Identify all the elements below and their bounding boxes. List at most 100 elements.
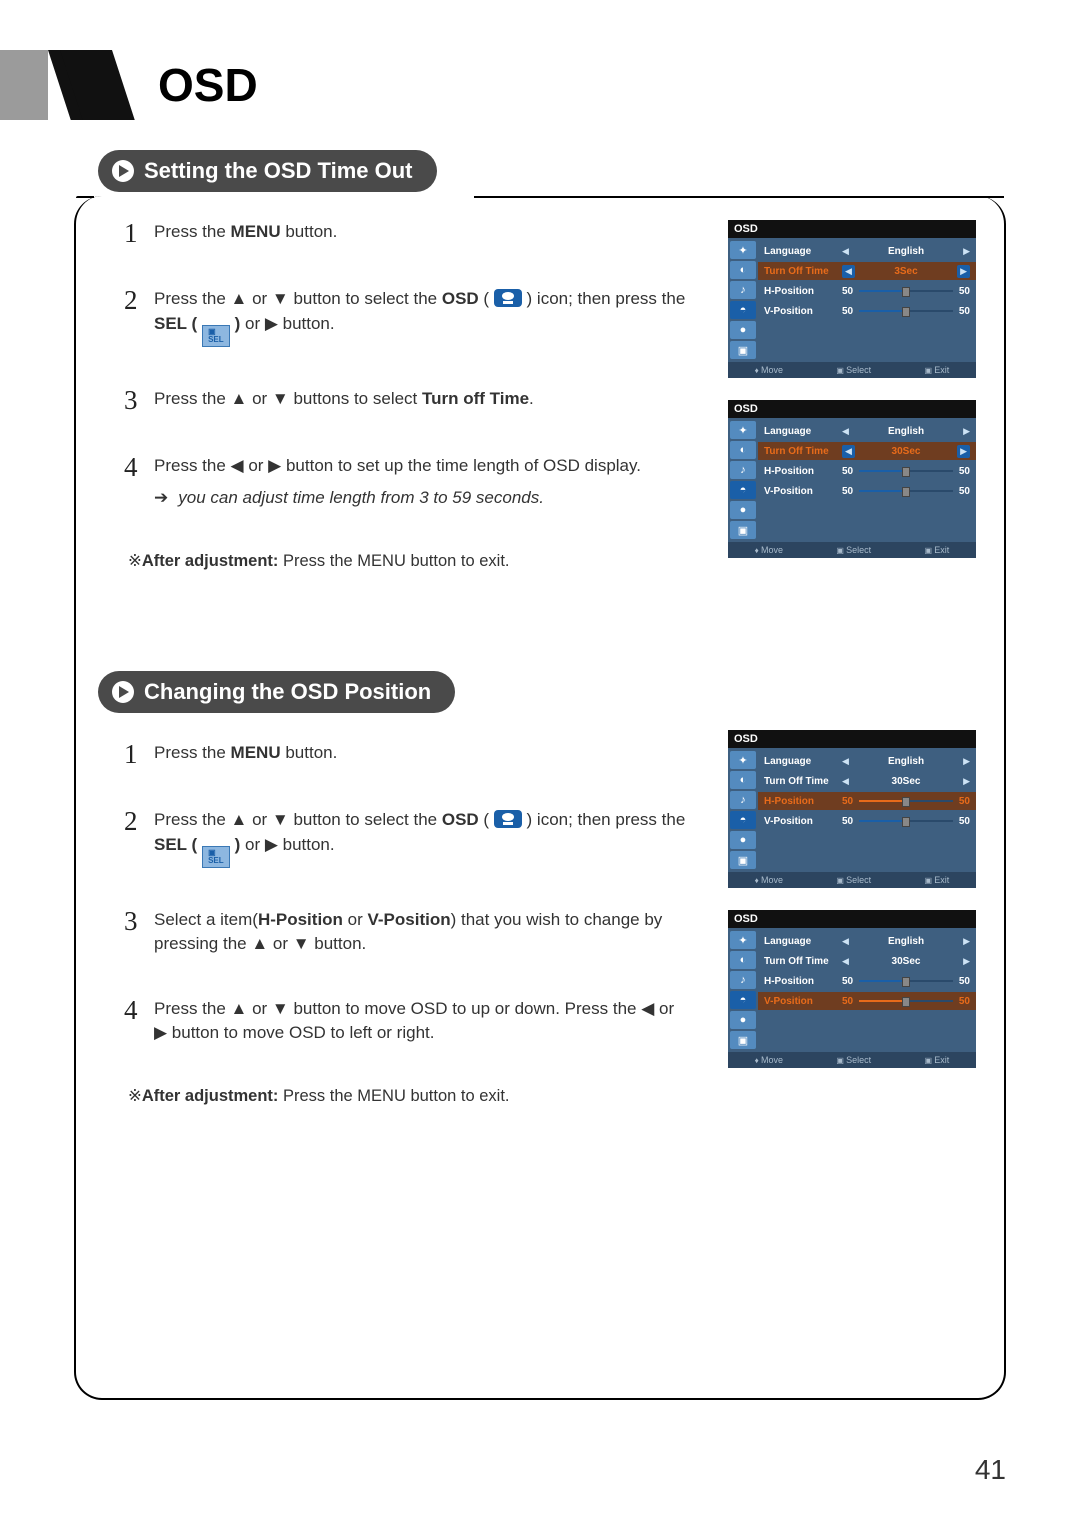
- slider-icon: [859, 290, 953, 292]
- step-number: 2: [124, 808, 154, 835]
- osd-row-turnoff: Turn Off Time ◀30Sec▶: [764, 952, 970, 970]
- step-number: 2: [124, 287, 154, 314]
- osd-tab-icon: ♪: [730, 791, 756, 809]
- page-number: 41: [975, 1454, 1006, 1486]
- chevron-right-icon: ▶: [963, 936, 970, 947]
- chevron-right-icon: ▶: [963, 756, 970, 767]
- osd-tab-icon: ♪: [730, 971, 756, 989]
- chevron-right-icon: ▶: [963, 956, 970, 967]
- step-text: Press the MENU button.: [154, 741, 690, 766]
- slider-icon: [859, 470, 953, 472]
- chevron-right-icon: ▶: [957, 265, 970, 278]
- osd-tab-icon: ◐: [730, 951, 756, 969]
- step-text: Press the ▲ or ▼ button to move OSD to u…: [154, 997, 690, 1046]
- header-tab-black: [48, 50, 128, 120]
- osd-tab-icons: ✦ ◐ ♪ ◓ ● ▣: [728, 238, 758, 362]
- osd-tab-icon: ●: [730, 501, 756, 519]
- osd-footer: Move Select Exit: [728, 542, 976, 558]
- osd-tab-icon: ●: [730, 321, 756, 339]
- osd-tab-icon: ✦: [730, 421, 756, 439]
- chevron-left-icon: ◀: [842, 776, 849, 787]
- after-adjustment-note: ※After adjustment: Press the MENU button…: [128, 1086, 982, 1106]
- osd-row-turnoff: Turn Off Time ◀3Sec▶: [758, 262, 976, 280]
- step-number: 3: [124, 387, 154, 414]
- osd-tab-icon: ◓: [730, 481, 756, 499]
- osd-panel: OSD ✦ ◐ ♪ ◓ ● ▣ Language ◀English▶ Tu: [728, 910, 976, 1068]
- step-number: 1: [124, 220, 154, 247]
- osd-tab-icons: ✦ ◐ ♪ ◓ ● ▣: [728, 928, 758, 1052]
- osd-tab-icon: ▣: [730, 1031, 756, 1049]
- slider-icon: [859, 1000, 953, 1002]
- osd-footer: Move Select Exit: [728, 1052, 976, 1068]
- osd-tab-icon: ✦: [730, 931, 756, 949]
- chevron-left-icon: ◀: [842, 265, 855, 278]
- osd-panel: OSD ✦ ◐ ♪ ◓ ● ▣ Language ◀English▶ Tu: [728, 730, 976, 888]
- osd-panel-title: OSD: [728, 400, 976, 418]
- osd-row-vpos: V-Position 5050: [764, 482, 970, 500]
- osd-tab-icon: ▣: [730, 521, 756, 539]
- step-2: 2 Press the ▲ or ▼ button to select the …: [124, 808, 690, 868]
- osd-tab-icon: ✦: [730, 241, 756, 259]
- chevron-left-icon: ◀: [842, 426, 849, 437]
- header-tab-grey: [0, 50, 48, 120]
- section-heading-position: Changing the OSD Position: [98, 671, 455, 713]
- osd-panel-title: OSD: [728, 730, 976, 748]
- osd-tab-icon: ✦: [730, 751, 756, 769]
- sel-icon: ▣SEL: [202, 846, 230, 868]
- section-heading-label: Changing the OSD Position: [144, 679, 431, 705]
- step-3: 3 Select a item(H-Position or V-Position…: [124, 908, 690, 957]
- osd-row-language: Language ◀English▶: [764, 932, 970, 950]
- osd-row-hpos: H-Position 5050: [764, 282, 970, 300]
- sel-icon: ▣SEL: [202, 325, 230, 347]
- section-heading-label: Setting the OSD Time Out: [144, 158, 413, 184]
- osd-row-turnoff: Turn Off Time ◀30Sec▶: [764, 772, 970, 790]
- page-header: OSD: [0, 50, 258, 120]
- osd-row-hpos: H-Position 5050: [764, 462, 970, 480]
- osd-tab-icons: ✦ ◐ ♪ ◓ ● ▣: [728, 748, 758, 872]
- slider-icon: [859, 490, 953, 492]
- osd-preview-stack-1: OSD ✦ ◐ ♪ ◓ ● ▣ Language ◀English▶ Tu: [728, 220, 976, 558]
- osd-panel: OSD ✦ ◐ ♪ ◓ ● ▣ Language ◀English▶ Tu: [728, 220, 976, 378]
- section-heading-timeout: Setting the OSD Time Out: [98, 150, 437, 192]
- step-1: 1 Press the MENU button.: [124, 220, 690, 247]
- step-1: 1 Press the MENU button.: [124, 741, 690, 768]
- osd-panel: OSD ✦ ◐ ♪ ◓ ● ▣ Language ◀English▶ Tu: [728, 400, 976, 558]
- arrow-right-icon: ➔: [154, 486, 168, 511]
- osd-tab-icon: ◐: [730, 261, 756, 279]
- osd-row-hpos: H-Position 5050: [758, 792, 976, 810]
- step-text: Press the MENU button.: [154, 220, 690, 245]
- step-number: 4: [124, 997, 154, 1024]
- osd-panel-title: OSD: [728, 220, 976, 238]
- osd-tab-icon: ◓: [730, 991, 756, 1009]
- osd-icon: [494, 289, 522, 307]
- osd-panel-title: OSD: [728, 910, 976, 928]
- osd-row-language: Language ◀English▶: [764, 242, 970, 260]
- osd-tab-icons: ✦ ◐ ♪ ◓ ● ▣: [728, 418, 758, 542]
- osd-tab-icon: ●: [730, 831, 756, 849]
- step-3: 3 Press the ▲ or ▼ buttons to select Tur…: [124, 387, 690, 414]
- chevron-left-icon: ◀: [842, 445, 855, 458]
- slider-icon: [859, 820, 953, 822]
- osd-tab-icon: ◓: [730, 811, 756, 829]
- step-4: 4 Press the ◀ or ▶ button to set up the …: [124, 454, 690, 511]
- play-bullet-icon: [112, 681, 134, 703]
- osd-tab-icon: ♪: [730, 461, 756, 479]
- slider-icon: [859, 310, 953, 312]
- chevron-right-icon: ▶: [963, 246, 970, 257]
- step-text: Press the ◀ or ▶ button to set up the ti…: [154, 454, 690, 511]
- chevron-left-icon: ◀: [842, 246, 849, 257]
- osd-row-vpos: V-Position 5050: [764, 302, 970, 320]
- step-text: Press the ▲ or ▼ button to select the OS…: [154, 808, 690, 868]
- step-text: Press the ▲ or ▼ buttons to select Turn …: [154, 387, 690, 412]
- osd-row-turnoff: Turn Off Time ◀30Sec▶: [758, 442, 976, 460]
- step-text: Press the ▲ or ▼ button to select the OS…: [154, 287, 690, 347]
- step-2: 2 Press the ▲ or ▼ button to select the …: [124, 287, 690, 347]
- step-number: 1: [124, 741, 154, 768]
- osd-tab-icon: ◐: [730, 441, 756, 459]
- slider-icon: [859, 800, 953, 802]
- osd-tab-icon: ◐: [730, 771, 756, 789]
- osd-preview-stack-2: OSD ✦ ◐ ♪ ◓ ● ▣ Language ◀English▶ Tu: [728, 730, 976, 1068]
- osd-row-vpos: V-Position 5050: [764, 812, 970, 830]
- osd-tab-icon: ▣: [730, 341, 756, 359]
- osd-row-hpos: H-Position 5050: [764, 972, 970, 990]
